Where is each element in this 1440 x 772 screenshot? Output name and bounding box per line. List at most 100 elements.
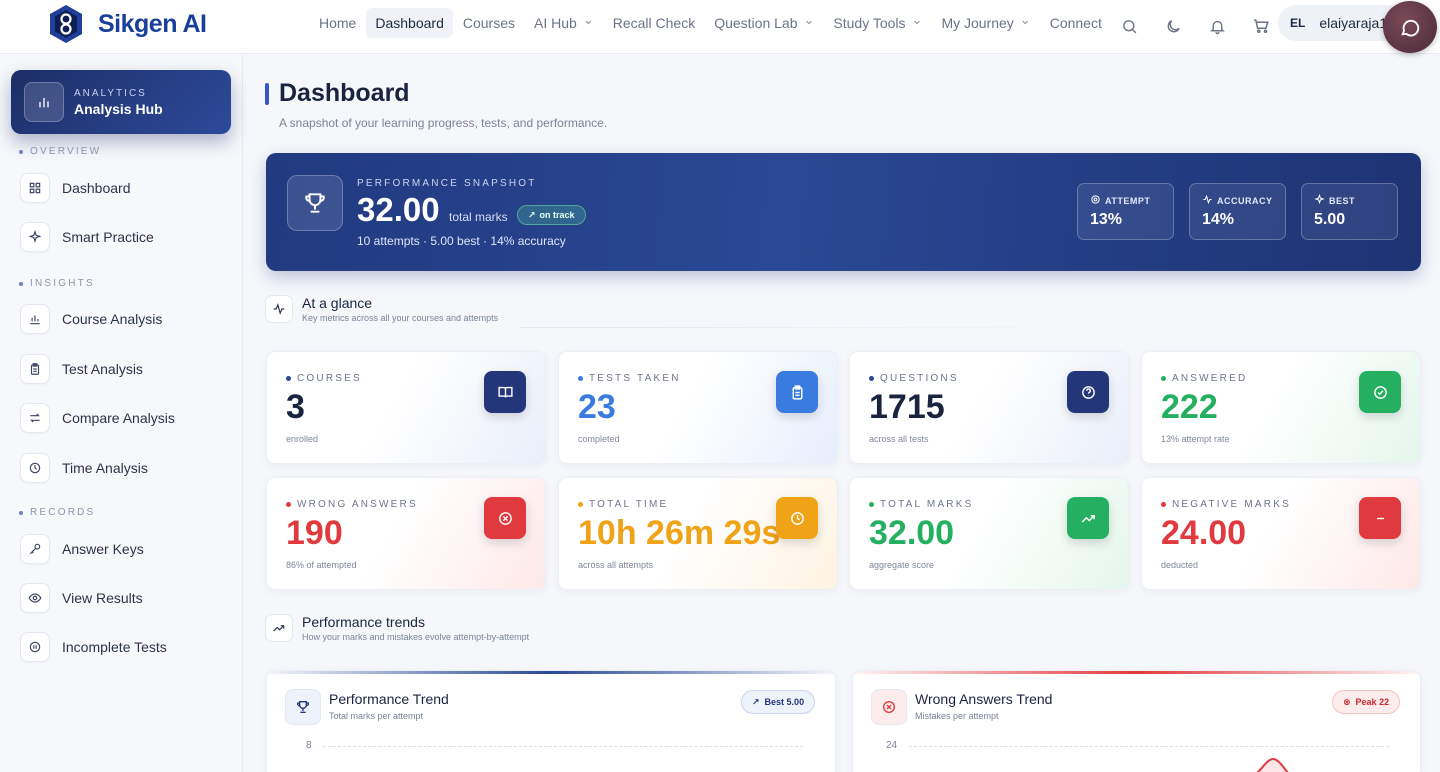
metric-label-text: COURSES	[297, 373, 362, 384]
chevron-down-icon: ⌄	[803, 12, 815, 27]
section-divider	[520, 327, 1160, 328]
metric-sub: aggregate score	[869, 560, 935, 570]
search-icon[interactable]	[1116, 13, 1142, 39]
key-icon	[20, 534, 50, 564]
sidebar-item-label: Course Analysis	[62, 311, 163, 327]
book-icon	[484, 371, 526, 413]
nav-item-label: AI Hub	[534, 15, 577, 31]
sidebar-section-records: RECORDS	[19, 507, 95, 518]
check-circle-icon	[1359, 371, 1401, 413]
status-badge: ↗ on track	[517, 205, 586, 225]
minus-icon	[1359, 497, 1401, 539]
sidebar-item-compare-analysis[interactable]: Compare Analysis	[20, 401, 230, 435]
wrong-answers-line	[1256, 757, 1289, 772]
sidebar-item-dashboard[interactable]: Dashboard	[20, 171, 230, 205]
stat-label: BEST	[1314, 193, 1385, 207]
bullet-dot	[578, 376, 583, 381]
top-navbar: Sikgen AI Home Dashboard Courses AI Hub ⌄ Rec…	[0, 0, 1440, 54]
best-badge: ↗ Best 5.00	[741, 690, 816, 714]
nav-item-label: Courses	[462, 15, 515, 31]
metric-label: COURSES	[286, 373, 362, 384]
card-accent	[853, 671, 1420, 674]
nav-item-study-tools[interactable]: Study Tools ⌄	[824, 8, 931, 38]
cart-icon[interactable]	[1248, 13, 1274, 39]
trophy-icon	[287, 175, 343, 231]
bell-icon[interactable]	[1204, 13, 1230, 39]
y-tick: 8	[306, 740, 312, 751]
metric-label-text: TOTAL TIME	[589, 499, 669, 510]
sidebar-item-label: Time Analysis	[62, 460, 148, 476]
nav-item-my-journey[interactable]: My Journey ⌄	[932, 8, 1039, 38]
sidebar-item-smart-practice[interactable]: Smart Practice	[20, 220, 230, 254]
stat-label-text: BEST	[1329, 195, 1356, 206]
metric-label-text: TOTAL MARKS	[880, 499, 974, 510]
sidebar-item-incomplete-tests[interactable]: Incomplete Tests	[20, 630, 230, 664]
x-circle-icon	[484, 497, 526, 539]
x-circle-icon	[871, 689, 907, 725]
metric-label-text: WRONG ANSWERS	[297, 499, 418, 510]
chart-title: Wrong Answers Trend	[915, 691, 1053, 707]
sidebar-item-test-analysis[interactable]: Test Analysis	[20, 352, 230, 386]
hero-stat-accuracy: ACCURACY 14%	[1189, 183, 1286, 240]
sidebar-item-course-analysis[interactable]: Course Analysis	[20, 302, 230, 336]
nav-item-courses[interactable]: Courses	[454, 8, 524, 38]
pause-icon	[20, 632, 50, 662]
nav-item-dashboard[interactable]: Dashboard	[366, 8, 453, 38]
metric-card-total-time: TOTAL TIME 10h 26m 29s across all attempts	[558, 477, 838, 590]
metric-card-answered: ANSWERED 222 13% attempt rate	[1141, 351, 1421, 464]
bullet-dot	[19, 149, 23, 154]
sidebar-item-answer-keys[interactable]: Answer Keys	[20, 532, 230, 566]
metric-label: QUESTIONS	[869, 373, 959, 384]
stat-label: ATTEMPT	[1090, 194, 1161, 207]
hub-title: Analysis Hub	[74, 100, 163, 117]
eye-icon	[20, 583, 50, 613]
chat-button[interactable]	[1383, 1, 1437, 53]
bullet-dot	[578, 502, 583, 507]
glance-title: At a glance	[302, 295, 373, 311]
activity-icon	[265, 295, 293, 323]
bullet-dot	[1161, 376, 1166, 381]
analysis-hub-card[interactable]: ANALYTICS Analysis Hub	[11, 70, 231, 134]
nav-item-connect[interactable]: Connect	[1041, 8, 1111, 38]
gridline	[323, 746, 803, 747]
bar-chart-icon	[20, 304, 50, 334]
y-tick: 24	[886, 740, 898, 751]
arrow-up-right-icon: ↗	[528, 209, 536, 220]
metric-value: 222	[1161, 388, 1218, 426]
metric-sub: across all tests	[869, 434, 929, 444]
sidebar-item-label: Compare Analysis	[62, 410, 175, 426]
nav-item-label: Study Tools	[833, 15, 906, 31]
top-actions	[1116, 13, 1274, 39]
metric-sub: deducted	[1161, 560, 1199, 570]
activity-icon	[1202, 194, 1213, 207]
clock-icon	[776, 497, 818, 539]
sidebar-item-label: Smart Practice	[62, 229, 154, 245]
stat-value: 14%	[1202, 211, 1235, 228]
sidebar-item-view-results[interactable]: View Results	[20, 581, 230, 615]
nav-item-question-lab[interactable]: Question Lab ⌄	[705, 8, 823, 38]
sidebar-item-time-analysis[interactable]: Time Analysis	[20, 451, 230, 485]
performance-trend-card: Performance Trend Total marks per attemp…	[266, 670, 836, 772]
nav-item-recall-check[interactable]: Recall Check	[604, 8, 704, 38]
wrong-answers-trend-card: Wrong Answers Trend Mistakes per attempt…	[852, 670, 1421, 772]
stat-label-text: ACCURACY	[1217, 195, 1273, 206]
nav-item-label: My Journey	[941, 15, 1014, 31]
metric-value: 10h 26m 29s	[578, 514, 781, 552]
user-initials: EL	[1290, 16, 1306, 30]
sidebar-item-label: View Results	[62, 590, 143, 606]
metric-sub: across all attempts	[578, 560, 654, 570]
bullet-dot	[286, 376, 291, 381]
bullet-dot	[286, 502, 291, 507]
moon-icon[interactable]	[1160, 13, 1186, 39]
sidebar: ANALYTICS Analysis Hub OVERVIEW Dashboard…	[0, 54, 243, 772]
metric-label: ANSWERED	[1161, 373, 1247, 384]
trend-up-icon	[265, 614, 293, 642]
brand-logo[interactable]: Sikgen AI	[48, 4, 207, 44]
nav-item-ai-hub[interactable]: AI Hub ⌄	[525, 8, 603, 38]
brand-name: Sikgen AI	[98, 9, 207, 38]
clipboard-icon	[776, 371, 818, 413]
gridline	[909, 746, 1389, 747]
trends-subtitle: How your marks and mistakes evolve attem…	[302, 632, 530, 642]
nav-item-home[interactable]: Home	[310, 8, 365, 38]
sparkle-icon	[20, 222, 50, 252]
